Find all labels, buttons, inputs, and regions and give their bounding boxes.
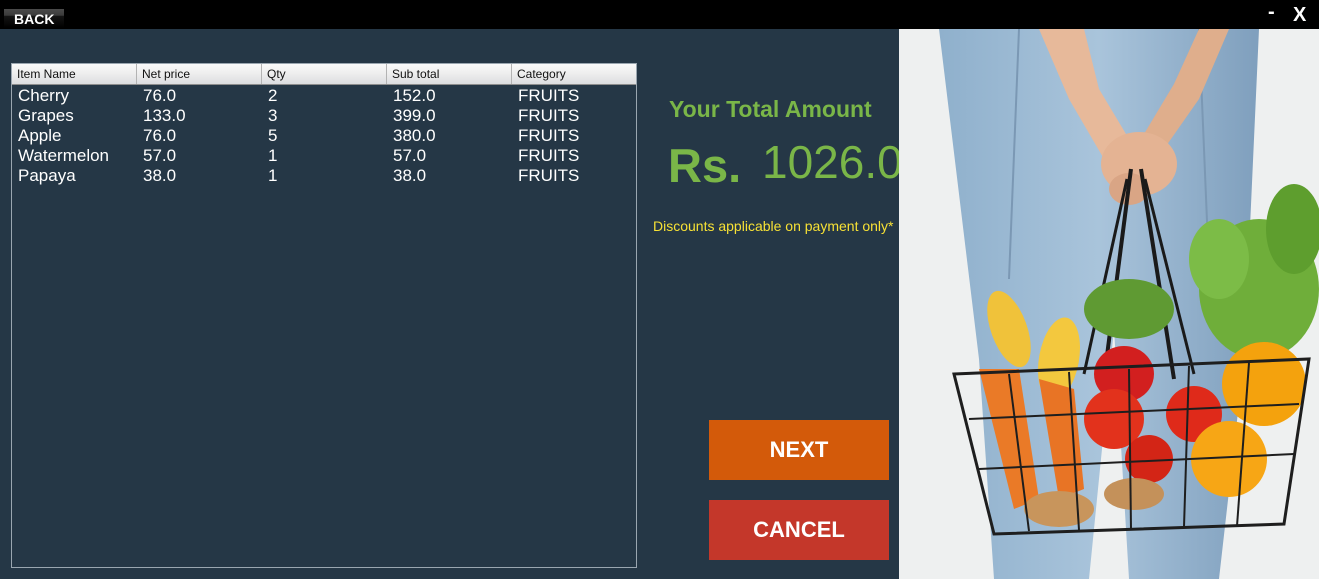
cell-net-price: 133.0 (143, 106, 186, 125)
table-row[interactable]: Apple 76.0 5 380.0 FRUITS (12, 126, 636, 146)
table-row[interactable]: Cherry 76.0 2 152.0 FRUITS (12, 86, 636, 106)
column-header-item-name[interactable]: Item Name (12, 64, 137, 84)
currency-label: Rs. (668, 139, 742, 192)
column-header-sub-total[interactable]: Sub total (387, 64, 512, 84)
cell-item-name: Apple (18, 126, 62, 145)
table-row[interactable]: Grapes 133.0 3 399.0 FRUITS (12, 106, 636, 126)
cell-item-name: Papaya (18, 166, 76, 185)
total-amount-value: 1026.0 (762, 136, 903, 188)
table-body: Cherry 76.0 2 152.0 FRUITS Grapes 133.0 … (12, 85, 636, 186)
cell-item-name: Watermelon (18, 146, 110, 165)
column-header-net-price[interactable]: Net price (137, 64, 262, 84)
title-bar: BACK - X (0, 0, 1319, 29)
table-row[interactable]: Papaya 38.0 1 38.0 FRUITS (12, 166, 636, 186)
back-button[interactable]: BACK (4, 9, 64, 28)
cell-net-price: 38.0 (143, 166, 177, 185)
cell-category: FRUITS (518, 166, 580, 185)
cell-qty: 5 (268, 126, 278, 145)
column-header-category[interactable]: Category (512, 64, 636, 84)
next-button[interactable]: NEXT (709, 420, 889, 480)
cell-sub-total: 152.0 (393, 86, 436, 105)
table-header: Item Name Net price Qty Sub total Catego… (12, 64, 636, 85)
cell-category: FRUITS (518, 126, 580, 145)
cell-item-name: Grapes (18, 106, 74, 125)
cell-category: FRUITS (518, 106, 580, 125)
cell-category: FRUITS (518, 146, 580, 165)
cell-item-name: Cherry (18, 86, 70, 105)
cell-sub-total: 380.0 (393, 126, 436, 145)
cell-qty: 3 (268, 106, 278, 125)
cell-sub-total: 38.0 (393, 166, 427, 185)
cancel-button[interactable]: CANCEL (709, 500, 889, 560)
column-header-qty[interactable]: Qty (262, 64, 387, 84)
cell-qty: 1 (268, 166, 278, 185)
cell-net-price: 76.0 (143, 126, 177, 145)
minimize-button[interactable]: - (1268, 1, 1275, 23)
total-amount-title: Your Total Amount (669, 96, 872, 122)
cell-qty: 2 (268, 86, 278, 105)
discount-note: Discounts applicable on payment only* (653, 218, 894, 234)
cell-sub-total: 399.0 (393, 106, 436, 125)
vegetable-basket-icon (899, 29, 1319, 579)
cell-net-price: 57.0 (143, 146, 177, 165)
cell-qty: 1 (268, 146, 278, 165)
cart-table: Item Name Net price Qty Sub total Catego… (11, 63, 637, 568)
table-row[interactable]: Watermelon 57.0 1 57.0 FRUITS (12, 146, 636, 166)
close-button[interactable]: X (1293, 3, 1306, 27)
cell-category: FRUITS (518, 86, 580, 105)
vegetable-basket-photo (899, 29, 1319, 579)
cell-net-price: 76.0 (143, 86, 177, 105)
cell-sub-total: 57.0 (393, 146, 427, 165)
